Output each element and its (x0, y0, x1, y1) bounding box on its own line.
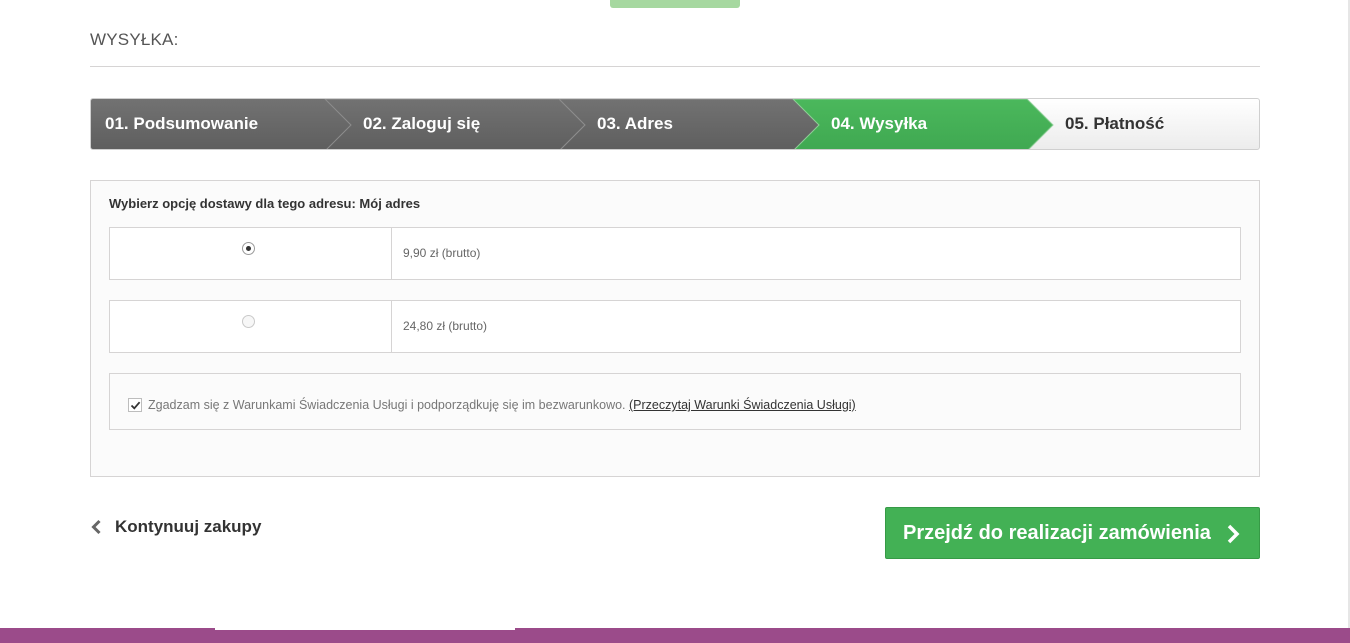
delivery-option-1-radio-cell[interactable] (110, 228, 392, 279)
check-icon (130, 401, 141, 410)
checkout-steps: 01. Podsumowanie 02. Zaloguj się 03. Adr… (90, 98, 1260, 150)
terms-box: Zgadzam się z Warunkami Świadczenia Usłu… (109, 373, 1241, 430)
delivery-options-panel: Wybierz opcję dostawy dla tego adresu: M… (90, 180, 1260, 477)
delivery-option-1-radio[interactable] (242, 242, 255, 255)
chevron-right-icon (1227, 524, 1240, 544)
proceed-to-checkout-button[interactable]: Przejdź do realizacji zamówienia (885, 507, 1260, 559)
step-address[interactable]: 03. Adres (597, 114, 673, 134)
terms-label: Zgadzam się z Warunkami Świadczenia Usłu… (148, 398, 856, 412)
continue-shopping-link[interactable]: Kontynuuj zakupy (90, 517, 261, 537)
top-green-button-edge (610, 0, 740, 8)
terms-link[interactable]: (Przeczytaj Warunki Świadczenia Usługi) (629, 398, 856, 412)
footer-bar (0, 628, 1350, 643)
delivery-option-2-radio[interactable] (242, 315, 255, 328)
delivery-options-title: Wybierz opcję dostawy dla tego adresu: M… (109, 196, 421, 211)
continue-shopping-label: Kontynuuj zakupy (115, 517, 262, 536)
heading-divider (90, 66, 1260, 67)
step-summary[interactable]: 01. Podsumowanie (105, 114, 258, 134)
delivery-option-2[interactable]: 24,80 zł (brutto) (109, 300, 1241, 353)
footer-input-edge (215, 628, 515, 630)
delivery-option-1[interactable]: 9,90 zł (brutto) (109, 227, 1241, 280)
step-shipping: 04. Wysyłka (831, 114, 928, 133)
page-title: WYSYŁKA: (90, 30, 179, 49)
step-payment: 05. Płatność (1065, 114, 1165, 133)
delivery-option-1-price: 9,90 zł (brutto) (403, 246, 481, 260)
proceed-button-label: Przejdź do realizacji zamówienia (903, 522, 1211, 544)
terms-text: Zgadzam się z Warunkami Świadczenia Usłu… (148, 398, 626, 412)
delivery-option-2-price: 24,80 zł (brutto) (403, 319, 488, 333)
terms-checkbox[interactable] (128, 398, 142, 412)
step-login[interactable]: 02. Zaloguj się (363, 114, 480, 134)
chevron-left-icon (91, 519, 101, 535)
delivery-option-2-radio-cell[interactable] (110, 301, 392, 352)
